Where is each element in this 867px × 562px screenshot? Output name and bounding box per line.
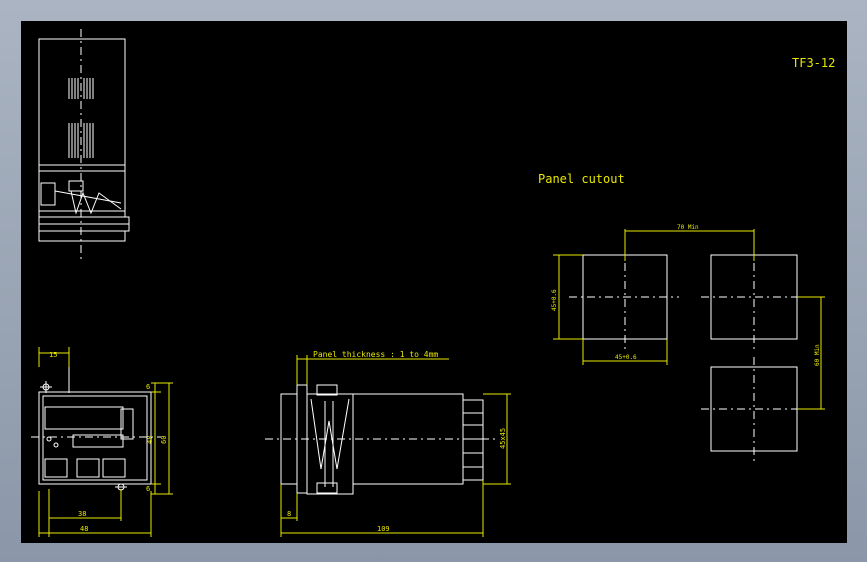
dim-45-vertical: 45+0.6 <box>551 289 558 311</box>
top-view <box>38 29 130 261</box>
front-view <box>31 361 161 491</box>
dim-60-min: 60 Min <box>814 344 821 366</box>
dim-45x45: 45x45 <box>499 428 507 449</box>
panel-thickness-label: Panel thickness : 1 to 4mm <box>313 350 438 359</box>
dimension-lines <box>38 229 825 537</box>
panel-cutouts <box>569 245 811 461</box>
cad-drawing: TF3-12 Panel cutout Panel thickness : 1 … <box>31 29 835 537</box>
dim-45-horizontal: 45+0.6 <box>615 354 637 361</box>
dim-6-top: 6 <box>146 383 150 391</box>
dim-109: 109 <box>377 525 390 533</box>
dim-38: 38 <box>78 510 86 518</box>
dim-60-vertical: 60 <box>160 436 168 444</box>
dim-48-horizontal: 48 <box>80 525 88 533</box>
dim-70-min: 70 Min <box>677 224 699 231</box>
part-number: TF3-12 <box>792 56 835 70</box>
dim-48-vertical: 48 <box>146 436 154 444</box>
side-view <box>265 384 497 495</box>
dim-15: 15 <box>49 351 57 359</box>
drawing-canvas: TF3-12 Panel cutout Panel thickness : 1 … <box>21 21 847 543</box>
cutout-title: Panel cutout <box>538 172 625 186</box>
dim-6-bottom: 6 <box>146 485 150 493</box>
dim-8: 8 <box>287 510 291 518</box>
